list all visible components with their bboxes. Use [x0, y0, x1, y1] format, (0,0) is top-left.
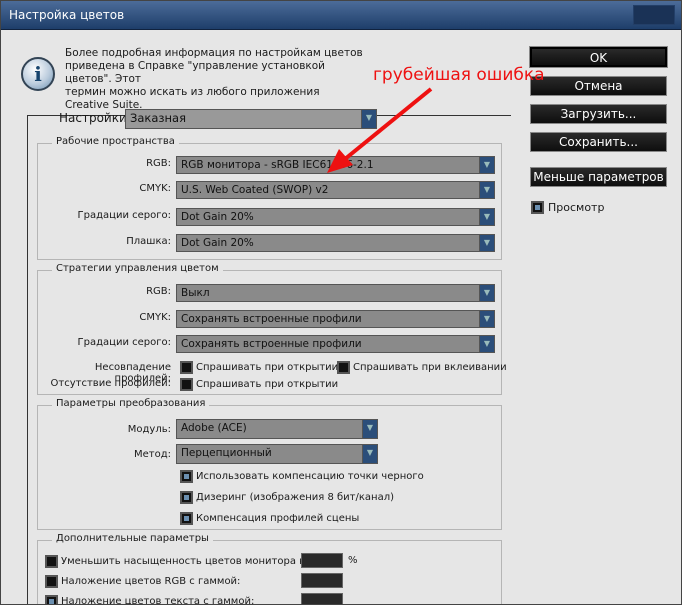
blend-rgb[interactable]: Наложение цветов RGB с гаммой: — [45, 575, 240, 588]
intent-value: Перцепционный — [181, 447, 272, 459]
engine-label: Модуль: — [127, 424, 171, 435]
scene-compensation[interactable]: Компенсация профилей сцены — [180, 512, 359, 525]
blend-rgb-input[interactable] — [301, 573, 343, 588]
ask-when-pasting[interactable]: Спрашивать при вклеивании — [337, 361, 507, 374]
blend-text[interactable]: Наложение цветов текста с гаммой: — [45, 595, 255, 605]
checkbox-label: Компенсация профилей сцены — [196, 513, 360, 524]
chevron-down-icon: ▼ — [361, 110, 376, 128]
info-line: приведена в Справке "управление установк… — [65, 60, 325, 85]
rgb-workspace-dropdown[interactable]: RGB монитора - sRGB IEC61966-2.1 ▼ — [176, 156, 495, 174]
checkbox-label: Спрашивать при вклеивании — [353, 362, 507, 373]
checkbox-label: Дизеринг (изображения 8 бит/канал) — [196, 492, 394, 503]
intent-dropdown[interactable]: Перцепционный ▼ — [176, 444, 378, 464]
engine-value: Adobe (ACE) — [181, 422, 247, 434]
checkbox-label: Спрашивать при открытии — [196, 362, 339, 373]
title-bar[interactable]: Настройка цветов — [1, 1, 681, 30]
missing-label: Отсутствие профилей: — [50, 378, 171, 389]
cancel-button[interactable]: Отмена — [530, 76, 667, 96]
desaturate-monitor[interactable]: Уменьшить насыщенность цветов монитора н… — [45, 555, 315, 568]
cmyk-value: U.S. Web Coated (SWOP) v2 — [181, 184, 329, 196]
checkbox[interactable] — [45, 575, 58, 588]
preview-row[interactable]: Просмотр — [531, 201, 604, 214]
policy-rgb-value: Выкл — [181, 287, 210, 299]
group-title: Параметры преобразования — [52, 398, 210, 409]
checkbox[interactable] — [180, 470, 193, 483]
policy-gray-value: Сохранять встроенные профили — [181, 338, 362, 350]
chevron-down-icon: ▼ — [479, 182, 494, 198]
settings-label: Настройки: — [59, 111, 131, 125]
blend-text-input[interactable] — [301, 593, 343, 604]
checkbox[interactable] — [337, 361, 350, 374]
checkbox-label: Уменьшить насыщенность цветов монитора н… — [61, 556, 316, 567]
spot-workspace-dropdown[interactable]: Dot Gain 20% ▼ — [176, 234, 495, 252]
chevron-down-icon: ▼ — [479, 157, 494, 173]
info-icon: i — [21, 57, 55, 91]
checkbox-label: Наложение цветов RGB с гаммой: — [61, 576, 241, 587]
color-settings-dialog: Настройка цветов i Более подробная инфор… — [0, 0, 682, 605]
policy-cmyk-value: Сохранять встроенные профили — [181, 313, 362, 325]
policy-gray-dropdown[interactable]: Сохранять встроенные профили ▼ — [176, 335, 495, 353]
policy-cmyk-label: CMYK: — [139, 312, 171, 323]
checkbox[interactable] — [180, 378, 193, 391]
preview-label: Просмотр — [548, 201, 605, 214]
chevron-down-icon: ▼ — [479, 235, 494, 251]
gray-value: Dot Gain 20% — [181, 211, 254, 223]
gray-label: Градации серого: — [77, 210, 171, 221]
chevron-down-icon: ▼ — [479, 209, 494, 225]
engine-dropdown[interactable]: Adobe (ACE) ▼ — [176, 419, 378, 439]
chevron-down-icon: ▼ — [479, 311, 494, 327]
chevron-down-icon: ▼ — [479, 336, 494, 352]
cmyk-label: CMYK: — [139, 183, 171, 194]
window-control[interactable] — [633, 5, 675, 25]
checkbox[interactable] — [45, 555, 58, 568]
checkbox[interactable] — [180, 512, 193, 525]
checkbox[interactable] — [45, 595, 58, 604]
group-title: Рабочие пространства — [52, 136, 179, 147]
desaturate-input[interactable] — [301, 553, 343, 568]
policy-rgb-label: RGB: — [146, 286, 171, 297]
gray-workspace-dropdown[interactable]: Dot Gain 20% ▼ — [176, 208, 495, 226]
group-title: Дополнительные параметры — [52, 533, 213, 544]
chevron-down-icon: ▼ — [479, 285, 494, 301]
chevron-down-icon: ▼ — [362, 445, 377, 463]
ask-when-opening-missing[interactable]: Спрашивать при открытии — [180, 378, 338, 391]
policy-rgb-dropdown[interactable]: Выкл ▼ — [176, 284, 495, 302]
percent-sign: % — [348, 555, 358, 566]
preview-checkbox[interactable] — [531, 201, 544, 214]
cmyk-workspace-dropdown[interactable]: U.S. Web Coated (SWOP) v2 ▼ — [176, 181, 495, 199]
load-button[interactable]: Загрузить... — [530, 104, 667, 124]
settings-dropdown[interactable]: Заказная ▼ — [125, 109, 377, 129]
checkbox[interactable] — [180, 491, 193, 504]
rgb-label: RGB: — [146, 158, 171, 169]
use-dither[interactable]: Дизеринг (изображения 8 бит/канал) — [180, 491, 394, 504]
ask-when-opening-mismatch[interactable]: Спрашивать при открытии — [180, 361, 338, 374]
checkbox-label: Использовать компенсацию точки черного — [196, 471, 424, 482]
checkbox[interactable] — [180, 361, 193, 374]
info-text: Более подробная информация по настройкам… — [65, 47, 365, 112]
fewer-options-button[interactable]: Меньше параметров — [530, 167, 667, 187]
checkbox-label: Спрашивать при открытии — [196, 379, 339, 390]
annotation-text: грубейшая ошибка — [373, 65, 545, 85]
chevron-down-icon: ▼ — [362, 420, 377, 438]
window-title: Настройка цветов — [9, 8, 125, 22]
rgb-value: RGB монитора - sRGB IEC61966-2.1 — [181, 159, 374, 171]
spot-label: Плашка: — [126, 236, 171, 247]
settings-value: Заказная — [130, 111, 187, 125]
spot-value: Dot Gain 20% — [181, 237, 254, 249]
policy-gray-label: Градации серого: — [77, 337, 171, 348]
save-button[interactable]: Сохранить... — [530, 132, 667, 152]
info-line: Более подробная информация по настройкам… — [65, 47, 363, 59]
policy-cmyk-dropdown[interactable]: Сохранять встроенные профили ▼ — [176, 310, 495, 328]
group-title: Стратегии управления цветом — [52, 263, 223, 274]
intent-label: Метод: — [133, 449, 171, 460]
checkbox-label: Наложение цветов текста с гаммой: — [61, 596, 255, 605]
black-point-compensation[interactable]: Использовать компенсацию точки черного — [180, 470, 424, 483]
ok-button[interactable]: OK — [529, 46, 668, 68]
